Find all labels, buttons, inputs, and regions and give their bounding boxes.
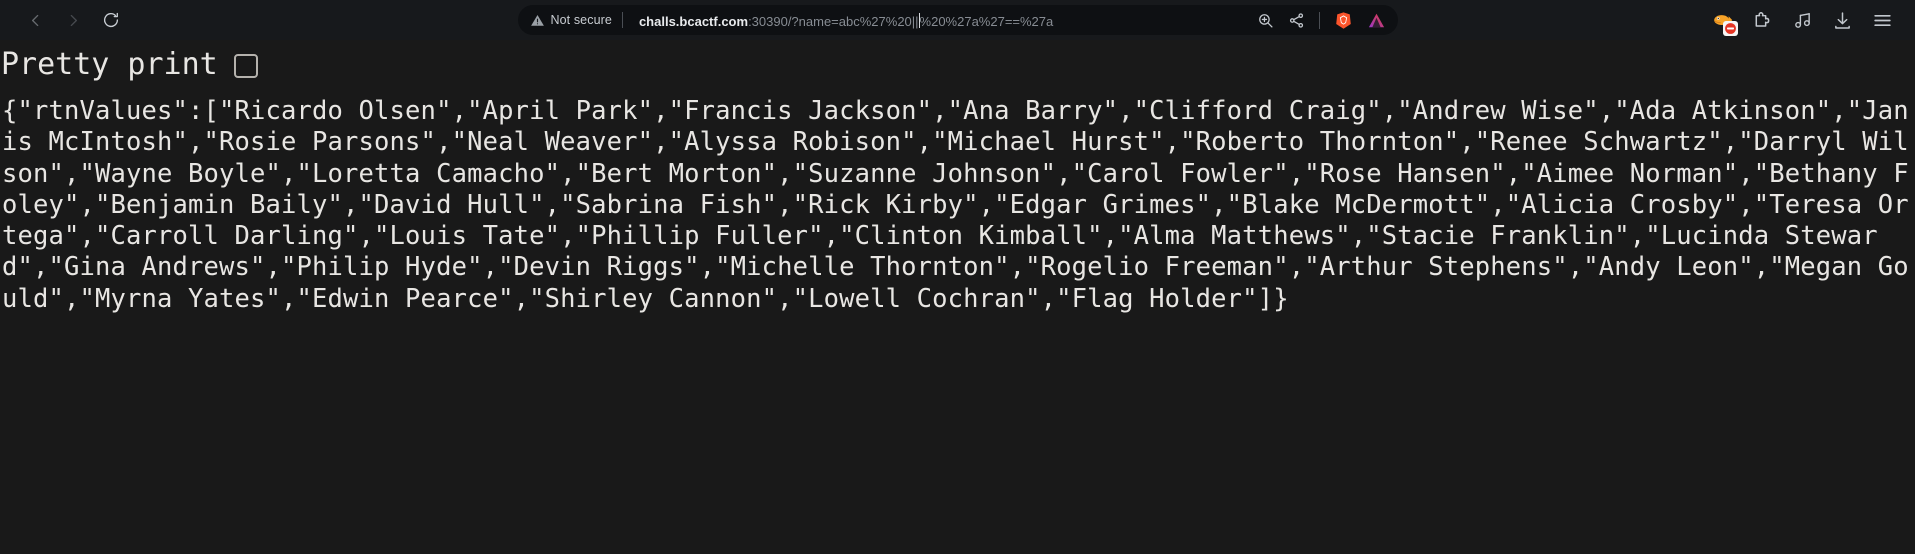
omnibox-actions: [1231, 11, 1386, 30]
url-path-suffix: %20%27a%27==%27a: [919, 14, 1054, 29]
brave-lion-shield-icon: [1335, 11, 1351, 29]
pretty-print-row: Pretty print: [0, 40, 1915, 84]
triangle-extension-icon: [1368, 13, 1384, 27]
omnibox-action-divider: [1318, 11, 1320, 29]
back-button[interactable]: [18, 3, 52, 37]
url-text[interactable]: challs.bcactf.com:30390/?name=abc%27%20|…: [639, 11, 1053, 29]
address-bar-content: Not secure challs.bcactf.com:30390/?name…: [530, 11, 1053, 29]
navigation-button-group: [8, 3, 128, 37]
extensions-button[interactable]: [1751, 9, 1773, 31]
omnibox-divider: [621, 12, 623, 28]
security-status-text: Not secure: [550, 13, 612, 27]
json-viewer-page: Pretty print {"rtnValues":["Ricardo Olse…: [0, 40, 1915, 554]
download-arrow-icon: [1834, 11, 1850, 29]
brave-shields-button[interactable]: [1334, 11, 1353, 30]
adblock-blocked-badge: [1723, 21, 1738, 36]
toolbar-right-actions: [1711, 9, 1907, 36]
pretty-print-label: Pretty print: [1, 47, 218, 82]
hamburger-menu-icon: [1873, 14, 1891, 26]
text-cursor: [918, 13, 920, 28]
back-arrow-icon: [31, 14, 38, 26]
share-icon: [1289, 12, 1303, 28]
json-response-text: {"rtnValues":["Ricardo Olsen","April Par…: [2, 96, 1909, 314]
forward-button[interactable]: [56, 3, 90, 37]
forward-arrow-icon: [70, 14, 77, 26]
reload-icon: [103, 12, 119, 28]
browser-toolbar: Not secure challs.bcactf.com:30390/?name…: [0, 0, 1915, 40]
url-host: challs.bcactf.com: [638, 14, 749, 29]
pretty-print-checkbox[interactable]: [233, 54, 258, 78]
security-status-badge[interactable]: Not secure: [530, 13, 612, 28]
zoom-button[interactable]: [1257, 12, 1274, 29]
extension-action-button[interactable]: [1367, 11, 1386, 30]
music-note-icon: [1794, 12, 1810, 28]
adblock-extension-button[interactable]: [1711, 9, 1738, 36]
share-button[interactable]: [1288, 12, 1305, 29]
omnibox-container: Not secure challs.bcactf.com:30390/?name…: [517, 5, 1398, 35]
browser-menu-button[interactable]: [1871, 9, 1893, 31]
warning-triangle-icon: [530, 14, 544, 26]
zoom-magnifier-icon: [1258, 13, 1273, 28]
url-path-prefix: :30390/?name=abc%27%20||: [748, 14, 919, 29]
reload-button[interactable]: [94, 3, 128, 37]
no-entry-icon: [1725, 23, 1736, 34]
puzzle-piece-icon: [1755, 11, 1769, 27]
address-bar[interactable]: Not secure challs.bcactf.com:30390/?name…: [517, 5, 1398, 35]
playlist-button[interactable]: [1791, 9, 1813, 31]
downloads-button[interactable]: [1831, 9, 1853, 31]
